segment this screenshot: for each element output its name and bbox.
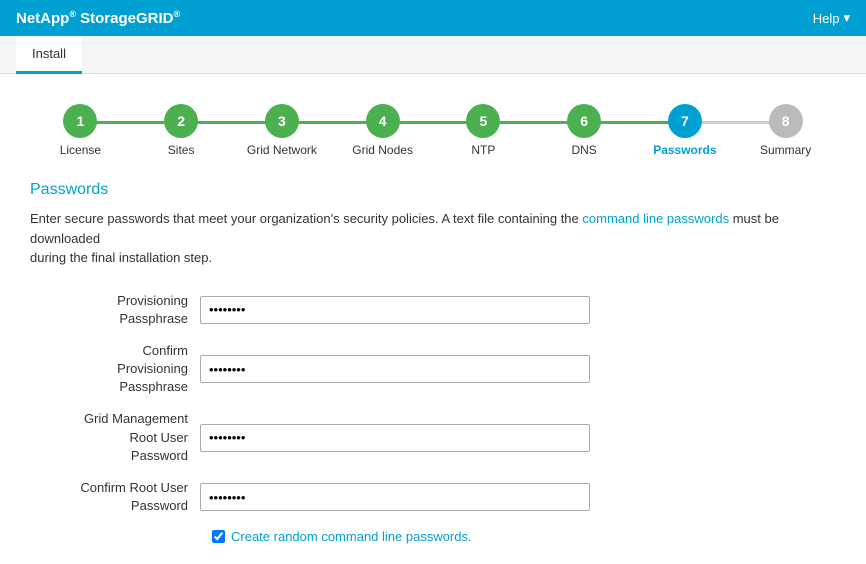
description-text-1: Enter secure passwords that meet your or… <box>30 211 582 226</box>
step-label-8: Summary <box>760 143 811 157</box>
section-title: Passwords <box>30 181 836 199</box>
page-description: Enter secure passwords that meet your or… <box>30 209 836 268</box>
form-row-confirm-root-user-password: Confirm Root UserPassword <box>30 479 836 515</box>
step-label-7: Passwords <box>653 143 716 157</box>
wizard-step-7[interactable]: 7 Passwords <box>635 104 736 157</box>
step-label-3: Grid Network <box>247 143 317 157</box>
label-confirm-root-user-password: Confirm Root UserPassword <box>30 479 200 515</box>
random-passwords-link[interactable]: Create random command line passwords. <box>231 529 472 544</box>
field-confirm-provisioning-passphrase <box>200 355 590 383</box>
step-circle-6: 6 <box>567 104 601 138</box>
input-confirm-root-user-password[interactable] <box>200 483 590 511</box>
app-title: NetApp® StorageGRID® <box>16 9 180 27</box>
wizard-step-1[interactable]: 1 License <box>30 104 131 157</box>
wizard-step-5[interactable]: 5 NTP <box>433 104 534 157</box>
form-row-confirm-provisioning-passphrase: ConfirmProvisioningPassphrase <box>30 342 836 397</box>
label-grid-management-root-password: Grid ManagementRoot UserPassword <box>30 410 200 465</box>
wizard-step-3[interactable]: 3 Grid Network <box>232 104 333 157</box>
step-circle-5: 5 <box>466 104 500 138</box>
input-provisioning-passphrase[interactable] <box>200 296 590 324</box>
label-confirm-provisioning-passphrase: ConfirmProvisioningPassphrase <box>30 342 200 397</box>
step-label-1: License <box>60 143 101 157</box>
step-label-2: Sites <box>168 143 195 157</box>
input-confirm-provisioning-passphrase[interactable] <box>200 355 590 383</box>
random-passwords-checkbox[interactable] <box>212 530 225 543</box>
step-label-6: DNS <box>571 143 596 157</box>
step-circle-7: 7 <box>668 104 702 138</box>
step-circle-3: 3 <box>265 104 299 138</box>
step-circle-1: 1 <box>63 104 97 138</box>
password-form: ProvisioningPassphrase ConfirmProvisionin… <box>30 292 836 516</box>
app-header: NetApp® StorageGRID® Help ▾ <box>0 0 866 36</box>
step-circle-4: 4 <box>366 104 400 138</box>
random-passwords-label: Create random command line passwords. <box>231 529 472 544</box>
wizard-step-2[interactable]: 2 Sites <box>131 104 232 157</box>
tab-bar: Install <box>0 36 866 74</box>
random-passwords-row: Create random command line passwords. <box>212 529 836 544</box>
tab-install[interactable]: Install <box>16 36 82 74</box>
help-chevron-icon: ▾ <box>843 10 850 26</box>
step-circle-2: 2 <box>164 104 198 138</box>
step-label-5: NTP <box>471 143 495 157</box>
description-text-3: during the final installation step. <box>30 250 212 265</box>
form-row-grid-management-root-password: Grid ManagementRoot UserPassword <box>30 410 836 465</box>
wizard-steps: 1 License 2 Sites 3 Grid Network 4 Grid Nodes 5 N… <box>30 104 836 157</box>
main-content: 1 License 2 Sites 3 Grid Network 4 Grid Nodes 5 N… <box>0 74 866 564</box>
step-label-4: Grid Nodes <box>352 143 413 157</box>
form-row-provisioning-passphrase: ProvisioningPassphrase <box>30 292 836 328</box>
field-confirm-root-user-password <box>200 483 590 511</box>
wizard-step-6[interactable]: 6 DNS <box>534 104 635 157</box>
step-circle-8: 8 <box>769 104 803 138</box>
help-button[interactable]: Help ▾ <box>813 10 850 26</box>
help-label: Help <box>813 11 840 26</box>
wizard-step-4[interactable]: 4 Grid Nodes <box>332 104 433 157</box>
field-grid-management-root-password <box>200 424 590 452</box>
input-grid-management-root-password[interactable] <box>200 424 590 452</box>
field-provisioning-passphrase <box>200 296 590 324</box>
command-line-passwords-link[interactable]: command line passwords <box>582 211 729 226</box>
label-provisioning-passphrase: ProvisioningPassphrase <box>30 292 200 328</box>
wizard-step-8[interactable]: 8 Summary <box>735 104 836 157</box>
